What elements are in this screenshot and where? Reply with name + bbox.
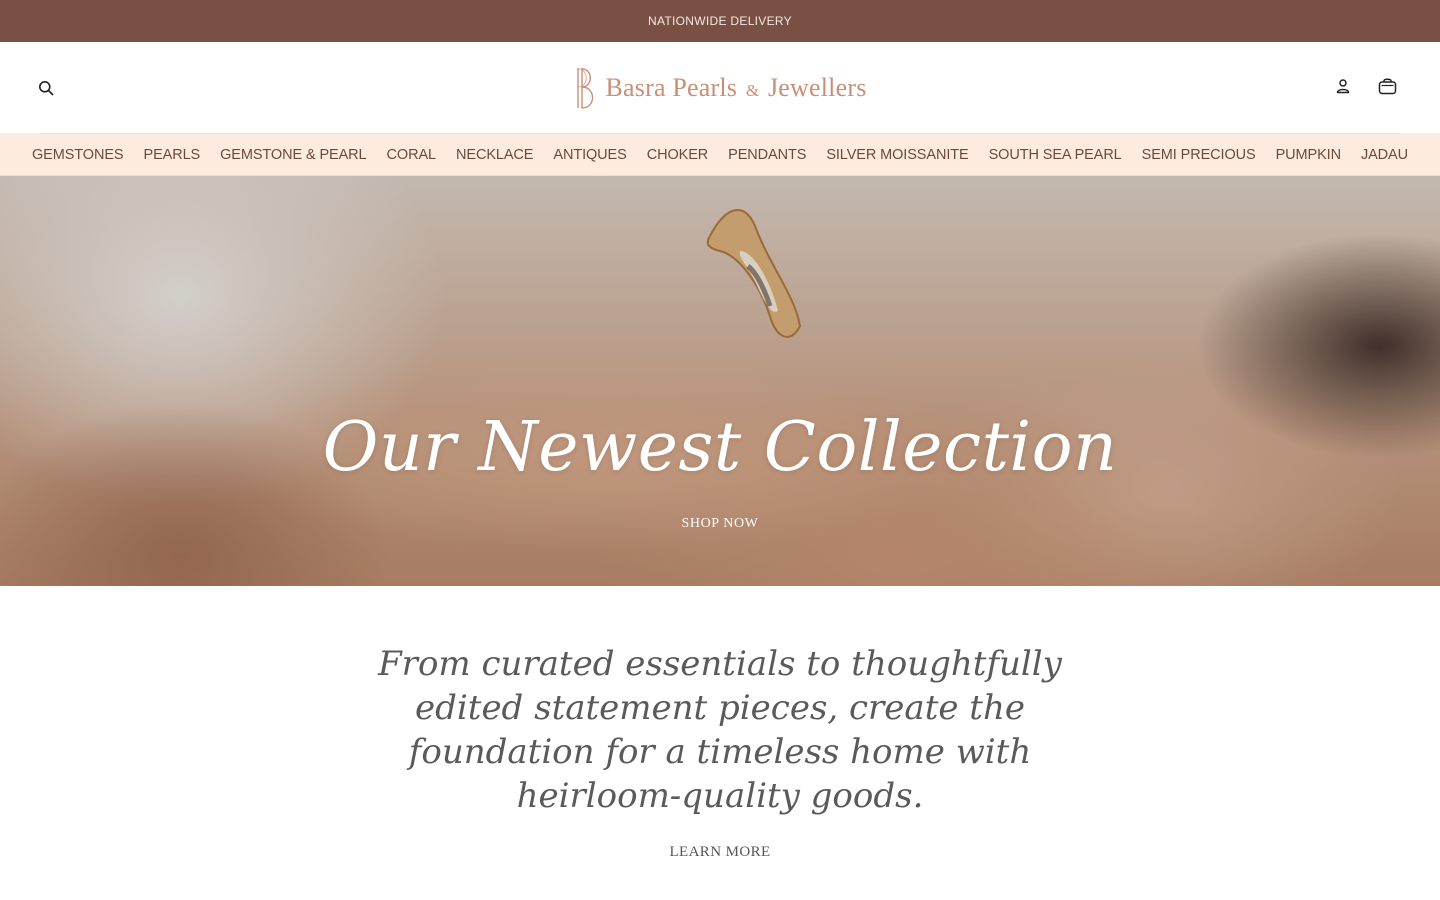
nav-item-necklace[interactable]: NECKLACE — [446, 147, 543, 163]
cart-button[interactable] — [1376, 75, 1398, 97]
logo-mark-icon — [577, 67, 594, 109]
search-icon — [39, 81, 54, 96]
brand-name-amp: & — [745, 80, 760, 100]
header-actions — [1332, 75, 1398, 97]
site-logo[interactable]: Basra Pearls & Jewellers — [573, 66, 866, 110]
nav-item-south-sea-pearl[interactable]: SOUTH SEA PEARL — [979, 147, 1132, 163]
main-nav: GEMSTONES PEARLS GEMSTONE & PEARL CORAL … — [32, 133, 1408, 175]
nav-item-semi-precious[interactable]: SEMI PRECIOUS — [1132, 147, 1266, 163]
search-button[interactable] — [36, 78, 56, 98]
nav-item-silver-moissanite[interactable]: SILVER MOISSANITE — [816, 147, 978, 163]
learn-more-link[interactable]: LEARN MORE — [669, 844, 770, 861]
hero-title: Our Newest Collection — [322, 408, 1118, 487]
brand-name: Basra Pearls & Jewellers — [605, 73, 866, 103]
bag-icon — [1378, 78, 1396, 95]
intro-section: From curated essentials to thoughtfully … — [0, 586, 1440, 861]
site-header: Basra Pearls & Jewellers — [0, 42, 1440, 133]
nav-item-pearls[interactable]: PEARLS — [134, 147, 211, 163]
nav-item-pendants[interactable]: PENDANTS — [718, 147, 816, 163]
hero-banner: Our Newest Collection SHOP NOW — [0, 176, 1440, 586]
announcement-bar: NATIONWIDE DELIVERY — [0, 0, 1440, 42]
intro-tagline: From curated essentials to thoughtfully … — [378, 644, 1062, 816]
nav-item-pumpkin[interactable]: PUMPKIN — [1266, 147, 1351, 163]
account-button[interactable] — [1332, 75, 1354, 97]
hero-cta: SHOP NOW — [0, 516, 1440, 532]
nav-item-gemstones[interactable]: GEMSTONES — [22, 147, 134, 163]
nav-item-gemstone-pearl[interactable]: GEMSTONE & PEARL — [210, 147, 376, 163]
nav-item-coral[interactable]: CORAL — [377, 147, 446, 163]
nav-item-choker[interactable]: CHOKER — [637, 147, 718, 163]
user-icon — [1336, 79, 1350, 94]
shop-now-link[interactable]: SHOP NOW — [681, 516, 758, 531]
nav-item-jadau[interactable]: JADAU — [1351, 147, 1418, 163]
main-nav-bar: GEMSTONES PEARLS GEMSTONE & PEARL CORAL … — [0, 133, 1440, 176]
brand-name-tail: Jewellers — [767, 72, 867, 102]
brand-name-main: Basra Pearls — [605, 72, 738, 102]
nav-item-antiques[interactable]: ANTIQUES — [543, 147, 636, 163]
announcement-text: NATIONWIDE DELIVERY — [648, 14, 792, 28]
